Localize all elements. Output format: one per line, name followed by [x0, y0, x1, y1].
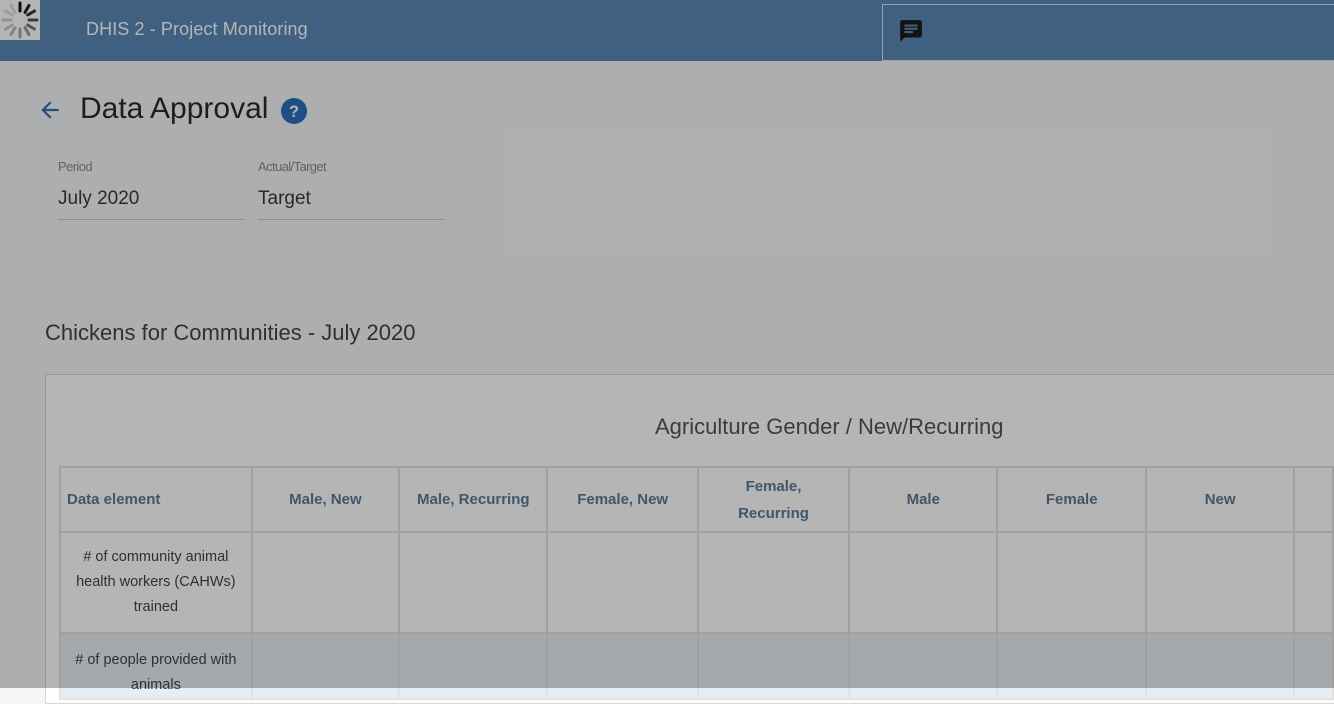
column-header-data-element: Data element — [59, 466, 253, 533]
period-label: Period — [58, 159, 93, 174]
actual-target-label: Actual/Target — [258, 159, 327, 174]
table-row: # of community animal health workers (CA… — [59, 531, 1334, 634]
table-header-row: Data element Male, New Male, Recurring F… — [59, 466, 1334, 533]
value-cell[interactable] — [996, 531, 1148, 634]
loading-spinner-icon — [1, 1, 39, 39]
value-cell[interactable] — [1145, 531, 1296, 634]
column-header-overflow — [1293, 466, 1334, 533]
value-cell[interactable] — [398, 632, 549, 700]
value-cell[interactable] — [848, 632, 999, 700]
approval-table: Data element Male, New Male, Recurring F… — [59, 466, 1334, 700]
column-header-new: New — [1145, 466, 1296, 533]
period-select[interactable]: Period July 2020 — [58, 157, 245, 220]
row-label: # of community animal health workers (CA… — [59, 531, 253, 634]
column-header-male: Male — [848, 466, 999, 533]
value-cell[interactable] — [1293, 632, 1334, 700]
value-cell[interactable] — [250, 531, 401, 634]
value-cell[interactable] — [398, 531, 549, 634]
column-header-male-new: Male, New — [250, 466, 401, 533]
value-cell[interactable] — [250, 632, 401, 700]
table-title: Agriculture Gender / New/Recurring — [655, 414, 1004, 439]
chat-message-icon[interactable] — [898, 18, 924, 44]
table-row: # of people provided with animals — [59, 632, 1334, 700]
value-cell[interactable] — [696, 632, 851, 700]
loading-indicator — [0, 0, 40, 40]
column-header-female: Female — [996, 466, 1148, 533]
help-circle-icon[interactable]: ? — [281, 98, 307, 124]
value-cell[interactable] — [1145, 632, 1296, 700]
value-cell[interactable] — [696, 531, 851, 634]
page-title: Data Approval — [80, 92, 269, 125]
actual-target-underline — [258, 219, 445, 220]
app-header: DHIS 2 - Project Monitoring — [0, 0, 1334, 61]
period-underline — [58, 219, 245, 220]
column-header-male-recurring: Male, Recurring — [398, 466, 549, 533]
value-cell[interactable] — [546, 632, 699, 700]
period-value[interactable]: July 2020 — [58, 188, 139, 210]
actual-target-select[interactable]: Actual/Target Target — [258, 157, 445, 220]
value-cell[interactable] — [996, 632, 1148, 700]
svg-text:?: ? — [289, 103, 299, 121]
column-header-female-new: Female, New — [546, 466, 699, 533]
app-title[interactable]: DHIS 2 - Project Monitoring — [86, 19, 308, 40]
value-cell[interactable] — [1293, 531, 1334, 634]
row-label: # of people provided with animals — [59, 632, 253, 700]
messages-panel[interactable] — [882, 4, 1334, 61]
value-cell[interactable] — [848, 531, 999, 634]
section-title: Chickens for Communities - July 2020 — [45, 320, 416, 345]
arrow-back-icon[interactable] — [37, 97, 63, 123]
value-cell[interactable] — [546, 531, 699, 634]
column-header-female-recurring: Female, Recurring — [696, 466, 851, 533]
actual-target-value[interactable]: Target — [258, 188, 311, 210]
